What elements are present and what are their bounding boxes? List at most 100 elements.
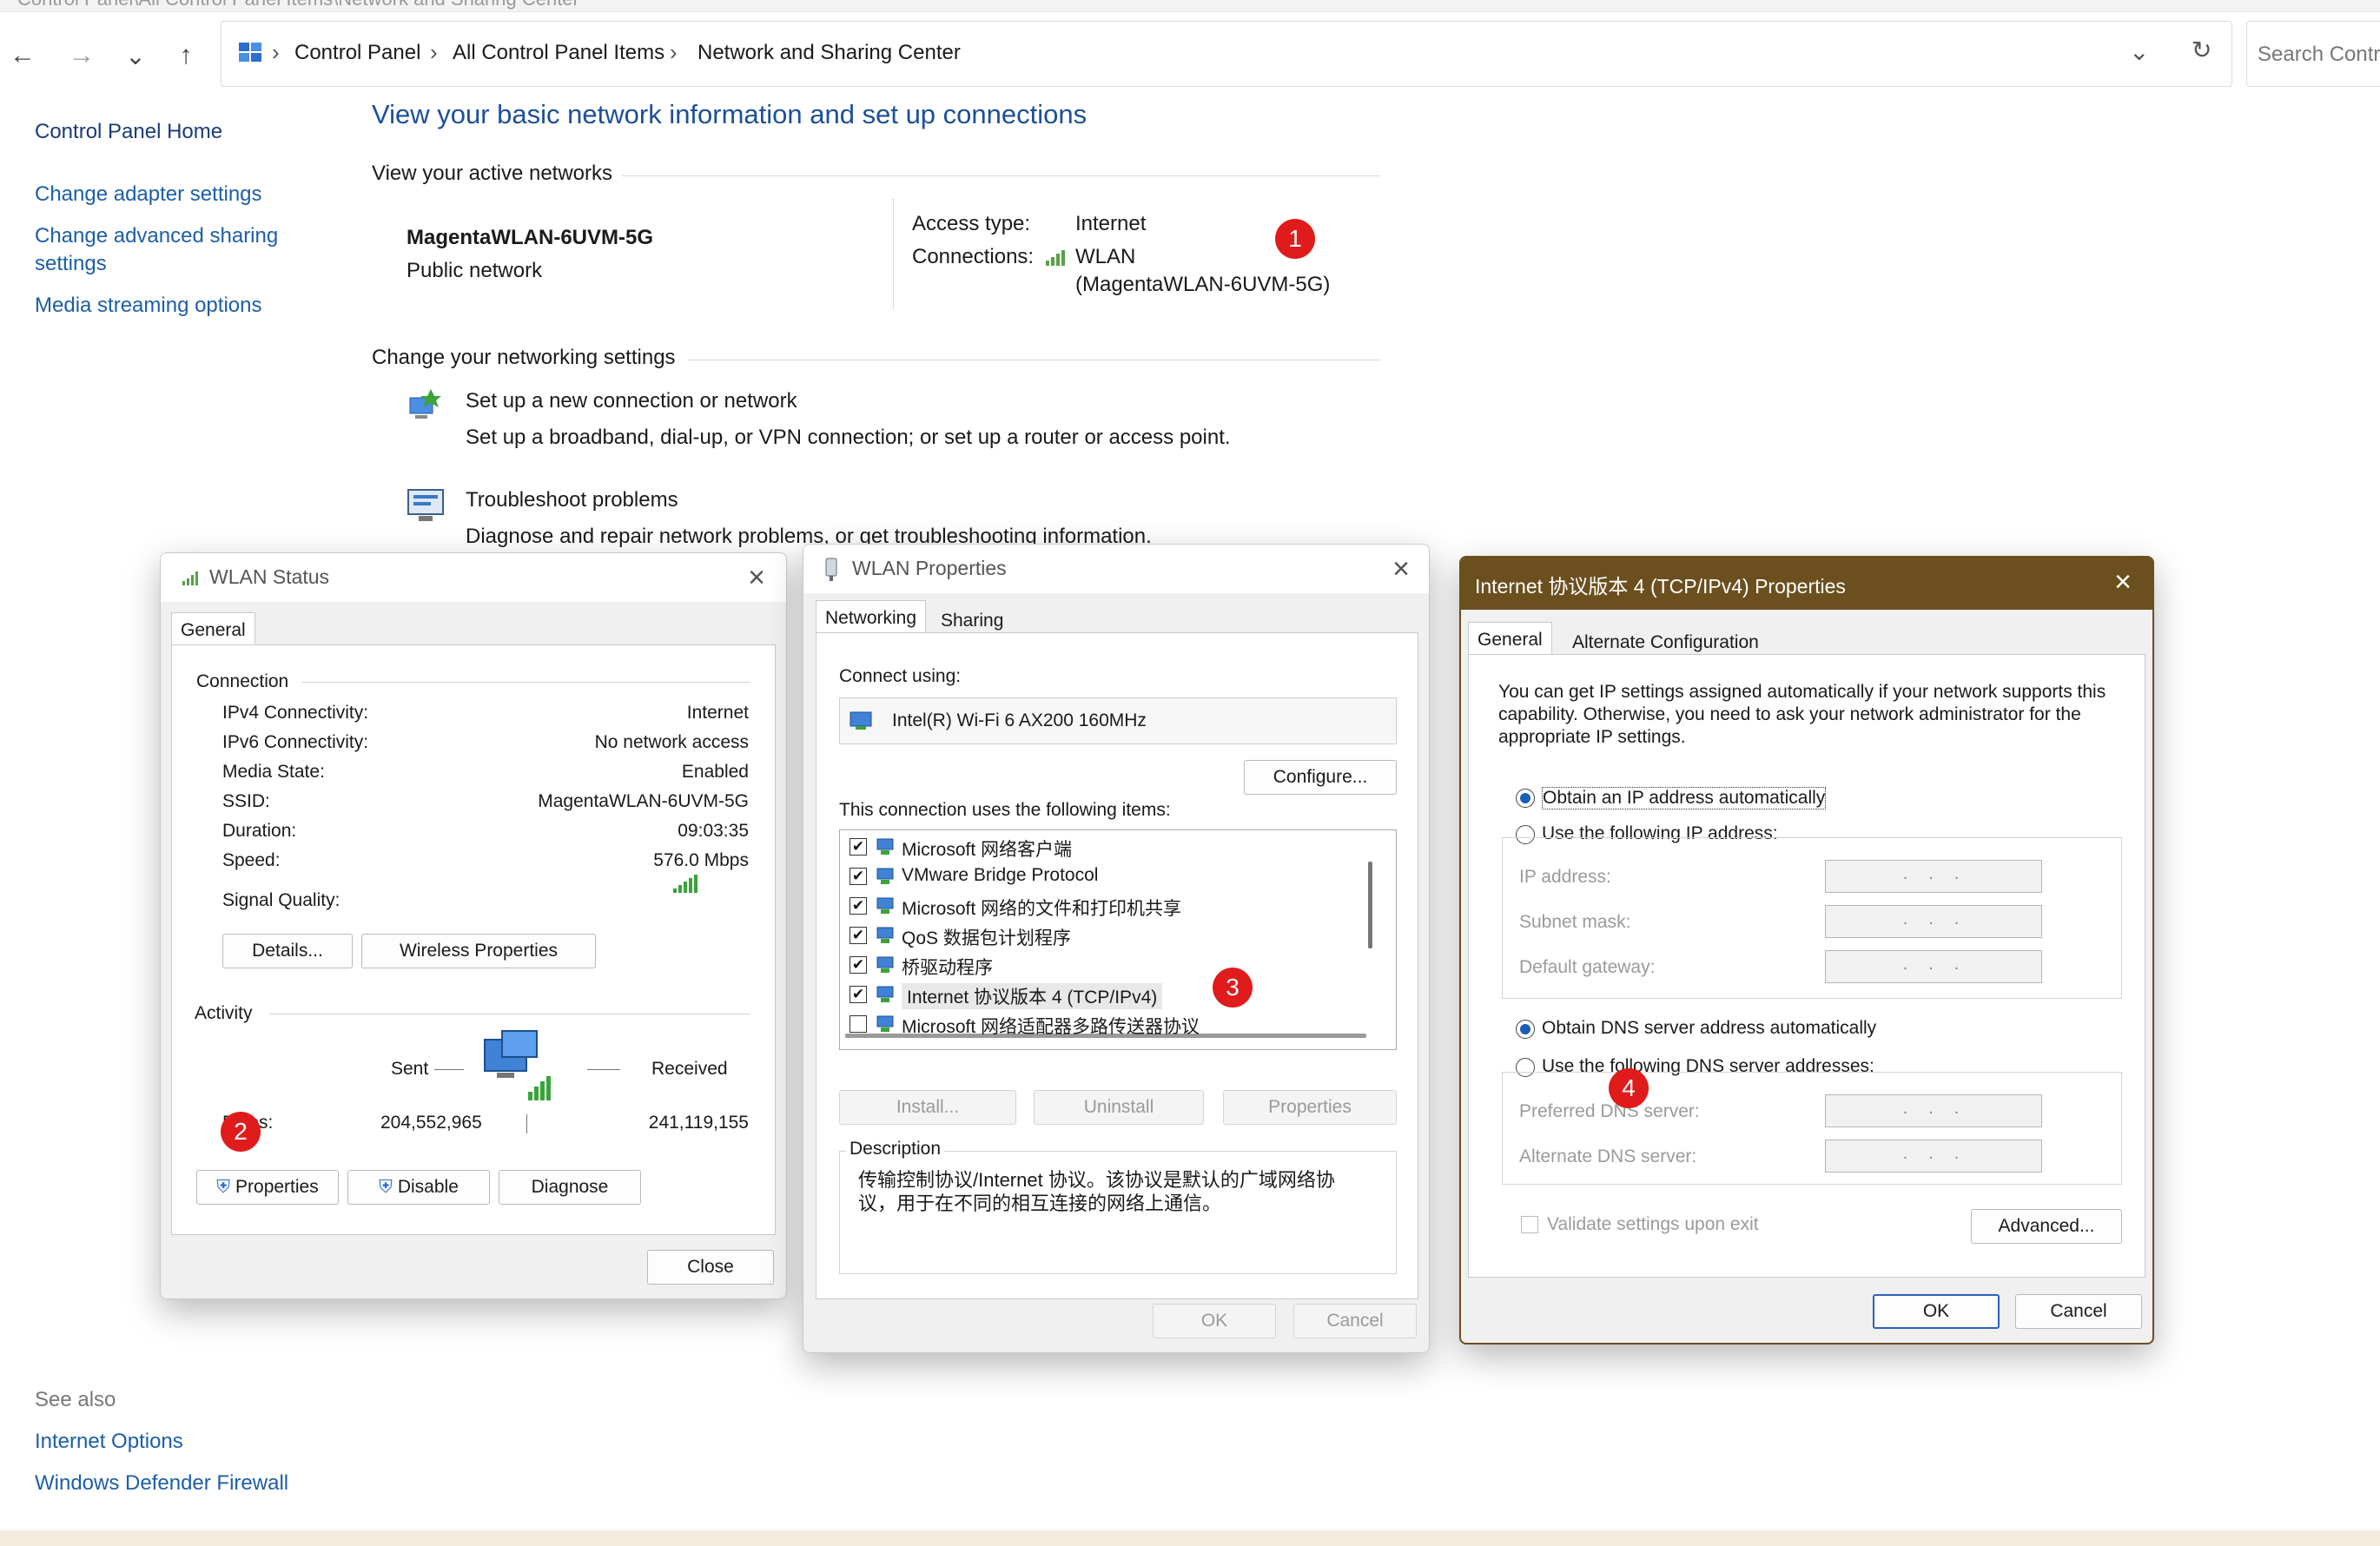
install-button[interactable]: Install... bbox=[839, 1090, 1016, 1125]
intro-text: You can get IP settings assigned automat… bbox=[1498, 682, 2106, 747]
configure-button[interactable]: Configure... bbox=[1244, 760, 1397, 795]
advanced-button[interactable]: Advanced... bbox=[1971, 1209, 2122, 1244]
breadcrumb-control-panel[interactable]: Control Panel bbox=[294, 41, 420, 65]
validate-label: Validate settings upon exit bbox=[1547, 1214, 1759, 1234]
ip-address-label: IP address: bbox=[1519, 867, 1611, 887]
wlan-connection-link-ssid[interactable]: (MagentaWLAN-6UVM-5G) bbox=[1075, 273, 1330, 297]
network-computers-icon bbox=[484, 1030, 551, 1100]
ipv6-connectivity-label: IPv6 Connectivity: bbox=[222, 732, 369, 752]
item-checkbox[interactable] bbox=[850, 1015, 867, 1033]
chevron-down-icon[interactable]: ⌄ bbox=[2129, 37, 2149, 66]
dialog-title: Internet 协议版本 4 (TCP/IPv4) Properties bbox=[1475, 575, 1846, 598]
ok-button[interactable]: OK bbox=[1153, 1304, 1276, 1338]
refresh-icon[interactable]: ↻ bbox=[2192, 36, 2211, 64]
close-icon[interactable]: × bbox=[739, 560, 774, 595]
dialog-title: WLAN Status bbox=[209, 565, 330, 588]
obtain-ip-auto-radio[interactable] bbox=[1516, 789, 1535, 808]
cancel-button[interactable]: Cancel bbox=[1293, 1304, 1417, 1338]
received-label: Received bbox=[651, 1059, 728, 1079]
network-component-icon bbox=[876, 896, 896, 914]
breadcrumb-network-center[interactable]: Network and Sharing Center bbox=[697, 41, 961, 65]
item-checkbox[interactable]: ✔ bbox=[850, 897, 867, 915]
sidebar-link-adapter[interactable]: Change adapter settings bbox=[35, 181, 262, 208]
validate-checkbox[interactable] bbox=[1521, 1216, 1538, 1233]
close-button[interactable]: Close bbox=[647, 1250, 774, 1285]
item-checkbox[interactable]: ✔ bbox=[850, 927, 867, 944]
networking-tab-panel: Connect using: Intel(R) Wi-Fi 6 AX200 16… bbox=[816, 632, 1418, 1299]
taskbar-edge bbox=[0, 1530, 2380, 1546]
network-component-icon bbox=[876, 985, 896, 1002]
description-label: Description bbox=[846, 1139, 945, 1160]
sidebar-link-firewall[interactable]: Windows Defender Firewall bbox=[35, 1470, 288, 1497]
uninstall-button[interactable]: Uninstall bbox=[1034, 1090, 1204, 1125]
disable-button[interactable]: ⛨ Disable bbox=[347, 1170, 490, 1205]
connections-label: Connections: bbox=[912, 245, 1035, 268]
access-type-label: Access type: bbox=[912, 212, 1031, 235]
search-input[interactable]: Search Contr bbox=[2246, 21, 2380, 87]
description-text: 传输控制协议/Internet 协议。该协议是默认的广域网络协议，用于在不同的相… bbox=[858, 1169, 1335, 1214]
up-icon[interactable]: ↑ bbox=[169, 38, 203, 73]
obtain-ip-auto-label[interactable]: Obtain an IP address automatically bbox=[1542, 787, 1827, 809]
divider bbox=[526, 1114, 527, 1133]
list-item-label[interactable]: VMware Bridge Protocol bbox=[902, 865, 1098, 886]
tab-general[interactable]: General bbox=[171, 612, 255, 645]
list-item-label[interactable]: Microsoft 网络客户端 bbox=[902, 836, 1072, 862]
list-item-label[interactable]: Microsoft 网络适配器多路传送器协议 bbox=[902, 1013, 1200, 1039]
dialog-title-bar: Internet 协议版本 4 (TCP/IPv4) Properties × bbox=[1461, 558, 2152, 610]
list-item-label[interactable]: QoS 数据包计划程序 bbox=[902, 924, 1071, 950]
list-scrollbar[interactable] bbox=[1368, 862, 1372, 948]
breadcrumb-all-items[interactable]: All Control Panel Items bbox=[453, 41, 664, 65]
sidebar-link-media-streaming[interactable]: Media streaming options bbox=[35, 292, 261, 320]
sidebar-link-internet-options[interactable]: Internet Options bbox=[35, 1428, 183, 1456]
default-gateway-input[interactable]: ... bbox=[1825, 950, 2042, 983]
close-icon[interactable]: × bbox=[1384, 552, 1418, 586]
ipv6-connectivity-value: No network access bbox=[594, 732, 749, 752]
item-checkbox[interactable]: ✔ bbox=[850, 986, 867, 1003]
cancel-button[interactable]: Cancel bbox=[2015, 1294, 2142, 1329]
network-component-icon bbox=[876, 837, 896, 855]
diagnose-button[interactable]: Diagnose bbox=[499, 1170, 641, 1205]
tab-networking[interactable]: Networking bbox=[816, 600, 927, 633]
sidebar-home-link[interactable]: Control Panel Home bbox=[35, 118, 222, 146]
control-panel-icon bbox=[239, 43, 261, 62]
list-item-label[interactable]: Internet 协议版本 4 (TCP/IPv4) bbox=[902, 983, 1163, 1009]
item-checkbox[interactable]: ✔ bbox=[850, 868, 867, 885]
obtain-dns-auto-label[interactable]: Obtain DNS server address automatically bbox=[1542, 1018, 1876, 1039]
preferred-dns-input[interactable]: ... bbox=[1825, 1094, 2042, 1127]
obtain-dns-auto-radio[interactable] bbox=[1516, 1020, 1535, 1039]
sidebar-link-advanced-sharing[interactable]: Change advanced sharing settings bbox=[35, 222, 321, 278]
alternate-dns-input[interactable]: ... bbox=[1825, 1140, 2042, 1173]
signal-strength-icon bbox=[673, 875, 697, 893]
ipv4-connectivity-value: Internet bbox=[686, 703, 749, 723]
sent-label: Sent bbox=[391, 1059, 429, 1079]
wireless-properties-button[interactable]: Wireless Properties bbox=[361, 934, 596, 968]
page-title: View your basic network information and … bbox=[372, 99, 1088, 129]
item-checkbox[interactable]: ✔ bbox=[850, 956, 867, 974]
back-icon[interactable]: ← bbox=[5, 38, 40, 73]
media-state-value: Enabled bbox=[681, 762, 749, 782]
close-icon[interactable]: × bbox=[2106, 565, 2140, 599]
wlan-connection-link[interactable]: WLAN bbox=[1075, 245, 1135, 269]
access-type-value: Internet bbox=[1075, 212, 1147, 235]
connection-group-label: Connection bbox=[196, 671, 289, 691]
recent-locations-icon[interactable]: ⌄ bbox=[118, 38, 153, 73]
forward-icon[interactable]: → bbox=[64, 38, 99, 73]
details-button[interactable]: Details... bbox=[222, 934, 353, 968]
default-gateway-label: Default gateway: bbox=[1519, 957, 1656, 977]
setup-connection-link[interactable]: Set up a new connection or network bbox=[466, 389, 797, 413]
list-item-label[interactable]: 桥驱动程序 bbox=[902, 954, 993, 980]
ip-address-input[interactable]: ... bbox=[1825, 860, 2042, 893]
list-item-label[interactable]: Microsoft 网络的文件和打印机共享 bbox=[902, 895, 1181, 921]
item-checkbox[interactable]: ✔ bbox=[850, 838, 867, 856]
subnet-mask-input[interactable]: ... bbox=[1825, 905, 2042, 938]
ok-button[interactable]: OK bbox=[1873, 1294, 2000, 1329]
divider bbox=[434, 1069, 464, 1070]
troubleshoot-link[interactable]: Troubleshoot problems bbox=[466, 488, 678, 512]
wlan-properties-dialog: WLAN Properties × Networking Sharing Con… bbox=[803, 544, 1430, 1353]
properties-button[interactable]: ⛨ Properties bbox=[196, 1170, 339, 1205]
connect-using-label: Connect using: bbox=[839, 666, 962, 686]
properties-button[interactable]: Properties bbox=[1223, 1090, 1397, 1125]
address-bar[interactable]: › Control Panel › All Control Panel Item… bbox=[221, 21, 2232, 87]
wlan-status-dialog: WLAN Status × General Connection IPv4 Co… bbox=[160, 552, 787, 1299]
tab-general[interactable]: General bbox=[1468, 622, 1552, 655]
